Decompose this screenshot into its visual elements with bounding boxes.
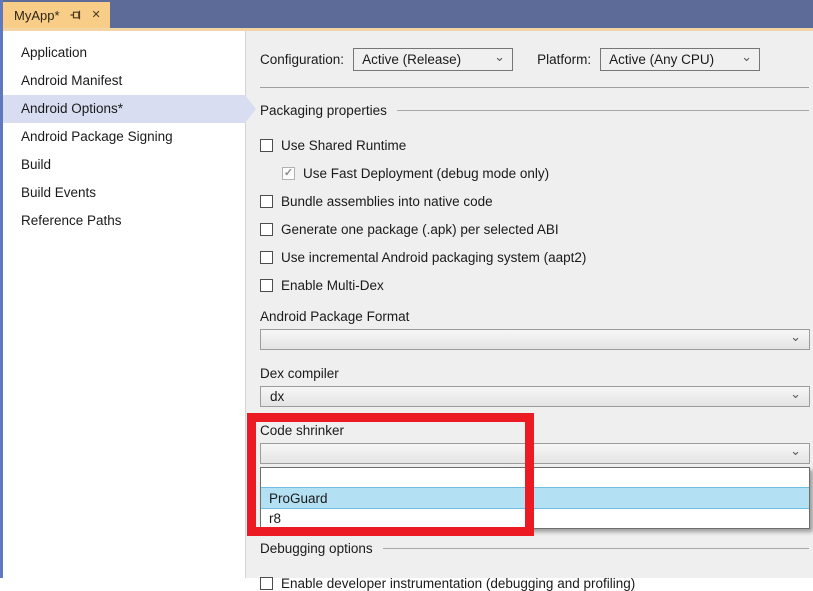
configuration-select[interactable]: Active (Release) ⌄ (353, 48, 513, 71)
one-package-per-abi-checkbox[interactable] (260, 223, 273, 236)
chevron-down-icon: ⌄ (494, 55, 505, 59)
dex-compiler-select[interactable]: dx ⌄ (260, 386, 810, 407)
platform-label: Platform: (537, 52, 591, 67)
sidebar-item-android-manifest[interactable]: Android Manifest (0, 67, 245, 95)
code-shrinker-select[interactable]: ⌄ (260, 443, 810, 464)
checkbox-row: Use Shared Runtime (260, 137, 810, 153)
pin-icon[interactable] (70, 9, 82, 21)
window-left-border (0, 0, 3, 578)
group-rule (383, 548, 809, 549)
checkbox-row: Generate one package (.apk) per selected… (260, 221, 810, 237)
dex-compiler-label: Dex compiler (260, 366, 810, 381)
close-icon[interactable]: ✕ (92, 10, 101, 21)
code-shrinker-section: Code shrinker ⌄ ProGuard r8 (260, 423, 810, 529)
config-separator (260, 87, 809, 88)
bundle-assemblies-checkbox[interactable] (260, 195, 273, 208)
configuration-value: Active (Release) (362, 52, 461, 67)
checkbox-label: Use Shared Runtime (281, 138, 406, 153)
checkbox-row: ✓ Use Fast Deployment (debug mode only) (282, 165, 810, 181)
sidebar-item-android-package-signing[interactable]: Android Package Signing (0, 123, 245, 151)
configuration-bar: Configuration: Active (Release) ⌄ Platfo… (260, 48, 810, 71)
android-package-format-select[interactable]: ⌄ (260, 329, 810, 350)
chevron-down-icon: ⌄ (790, 335, 801, 339)
sidebar-item-build-events[interactable]: Build Events (0, 179, 245, 207)
platform-value: Active (Any CPU) (609, 52, 714, 67)
enable-multi-dex-checkbox[interactable] (260, 279, 273, 292)
packaging-properties-title: Packaging properties (260, 103, 387, 118)
code-shrinker-label: Code shrinker (260, 423, 810, 438)
chevron-down-icon: ⌄ (741, 55, 752, 59)
android-options-panel: Configuration: Active (Release) ⌄ Platfo… (245, 31, 813, 578)
tab-myapp[interactable]: MyApp* ✕ (3, 2, 110, 28)
packaging-properties-header: Packaging properties (260, 103, 810, 118)
debugging-options-title: Debugging options (260, 541, 373, 556)
dropdown-option-proguard[interactable]: ProGuard (261, 487, 809, 509)
chevron-down-icon: ⌄ (790, 392, 801, 396)
enable-developer-instrumentation-checkbox[interactable] (260, 577, 273, 590)
sidebar-item-reference-paths[interactable]: Reference Paths (0, 207, 245, 235)
checkbox-row: Enable developer instrumentation (debugg… (260, 575, 810, 591)
document-tab-bar: MyApp* ✕ (0, 0, 813, 28)
sidebar-item-application[interactable]: Application (0, 39, 245, 67)
checkbox-row: Bundle assemblies into native code (260, 193, 810, 209)
checkbox-label: Generate one package (.apk) per selected… (281, 222, 559, 237)
checkbox-label: Use Fast Deployment (debug mode only) (303, 166, 549, 181)
platform-select[interactable]: Active (Any CPU) ⌄ (600, 48, 760, 71)
android-package-format-label: Android Package Format (260, 309, 810, 324)
use-fast-deployment-checkbox[interactable]: ✓ (282, 167, 295, 180)
checkbox-label: Use incremental Android packaging system… (281, 250, 586, 265)
group-rule (397, 110, 809, 111)
use-shared-runtime-checkbox[interactable] (260, 139, 273, 152)
sidebar-item-build[interactable]: Build (0, 151, 245, 179)
dex-compiler-value: dx (270, 389, 284, 404)
code-shrinker-dropdown-list: ProGuard r8 (260, 467, 810, 529)
sidebar-item-android-options[interactable]: Android Options* (0, 95, 245, 123)
checkbox-label: Enable Multi-Dex (281, 278, 384, 293)
checkbox-label: Bundle assemblies into native code (281, 194, 493, 209)
checkbox-row: Use incremental Android packaging system… (260, 249, 810, 265)
properties-nav-sidebar: Application Android Manifest Android Opt… (0, 31, 245, 578)
incremental-packaging-checkbox[interactable] (260, 251, 273, 264)
dropdown-option-r8[interactable]: r8 (261, 509, 809, 528)
checkbox-row: Enable Multi-Dex (260, 277, 810, 293)
tab-title: MyApp* (14, 8, 60, 23)
dropdown-option-empty[interactable] (261, 468, 809, 487)
debugging-options-header: Debugging options (260, 541, 810, 556)
chevron-down-icon: ⌄ (790, 449, 801, 453)
configuration-label: Configuration: (260, 52, 344, 67)
